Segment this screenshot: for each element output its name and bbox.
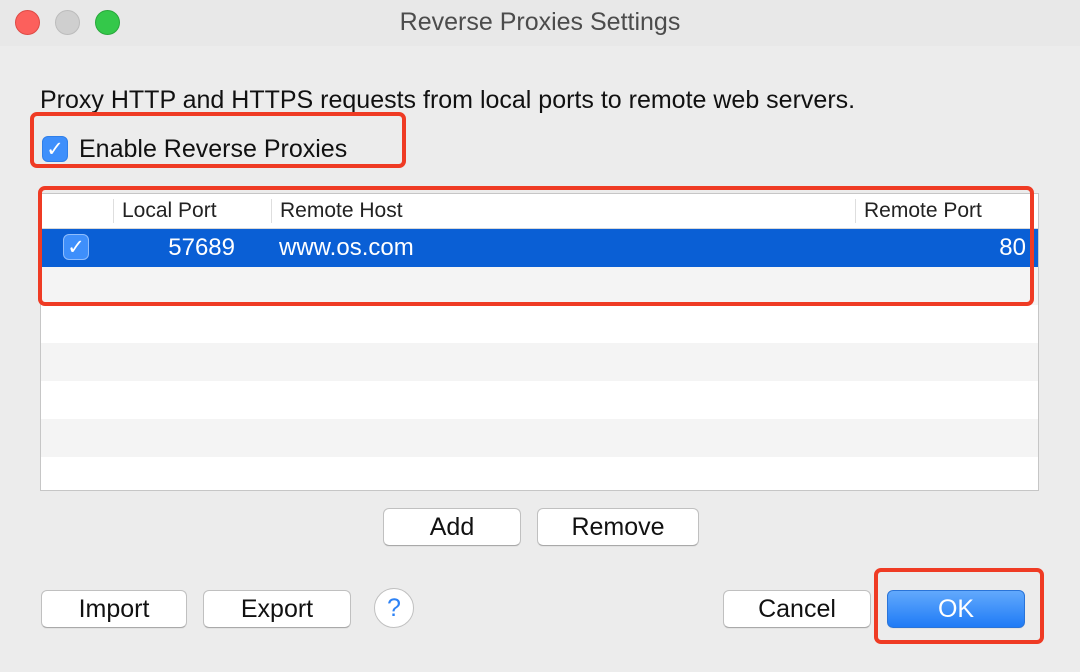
empty-table-row (41, 457, 1038, 490)
description-text: Proxy HTTP and HTTPS requests from local… (40, 86, 856, 114)
row-enabled-checkbox[interactable]: ✓ (63, 234, 89, 260)
column-header-enabled[interactable] (41, 194, 113, 228)
empty-table-row (41, 381, 1038, 419)
ok-button[interactable]: OK (887, 590, 1025, 628)
add-button[interactable]: Add (383, 508, 521, 546)
column-header-local-port[interactable]: Local Port (113, 199, 271, 223)
remote-host-cell[interactable]: www.os.com (279, 229, 414, 267)
empty-table-row (41, 343, 1038, 381)
local-port-cell[interactable]: 57689 (113, 229, 235, 267)
help-button[interactable]: ? (374, 588, 414, 628)
empty-table-row (41, 419, 1038, 457)
reverse-proxies-settings-window: Reverse Proxies Settings Proxy HTTP and … (0, 0, 1080, 672)
column-header-remote-port[interactable]: Remote Port (855, 199, 1038, 223)
enable-reverse-proxies-label[interactable]: Enable Reverse Proxies (79, 135, 347, 164)
table-header: Local Port Remote Host Remote Port (41, 194, 1038, 229)
window-title: Reverse Proxies Settings (399, 8, 681, 36)
column-header-remote-host[interactable]: Remote Host (271, 199, 855, 223)
import-button[interactable]: Import (41, 590, 187, 628)
checkmark-icon[interactable]: ✓ (42, 136, 68, 162)
remove-button[interactable]: Remove (537, 508, 699, 546)
empty-table-row (41, 267, 1038, 305)
enable-reverse-proxies-checkbox[interactable]: ✓ Enable Reverse Proxies (42, 134, 347, 164)
proxies-table[interactable]: Local Port Remote Host Remote Port ✓ 576… (40, 193, 1039, 491)
title-bar: Reverse Proxies Settings (0, 0, 1080, 46)
cancel-button[interactable]: Cancel (723, 590, 871, 628)
export-button[interactable]: Export (203, 590, 351, 628)
remote-port-cell[interactable]: 80 (999, 229, 1026, 267)
empty-table-row (41, 305, 1038, 343)
table-row[interactable]: ✓ 57689 www.os.com 80 (41, 229, 1038, 267)
